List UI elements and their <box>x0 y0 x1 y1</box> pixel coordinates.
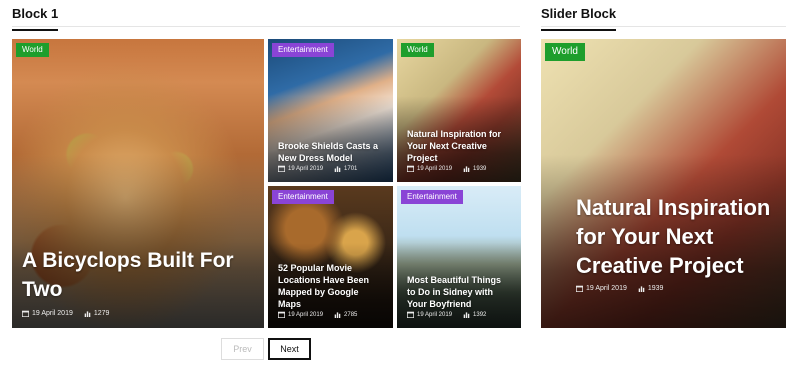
post-card[interactable]: Entertainment Brooke Shields Casts a New… <box>268 39 393 182</box>
bar-chart-icon <box>638 286 645 292</box>
category-badge[interactable]: World <box>16 43 49 57</box>
slider-block-title: Slider Block <box>541 6 617 31</box>
post-date: 19 April 2019 <box>417 311 453 318</box>
post-views: 1279 <box>93 310 110 317</box>
block1-header: Block 1 <box>12 0 520 31</box>
post-date: 19 April 2019 <box>288 165 324 172</box>
post-date: 19 April 2019 <box>586 285 627 292</box>
slider-post-title[interactable]: Natural Inspiration for Your Next Creati… <box>576 193 776 280</box>
post-card[interactable]: Entertainment Most Beautiful Things to D… <box>397 186 521 328</box>
calendar-icon <box>576 285 583 292</box>
post-meta: 19 April 2019 2785 <box>278 311 357 318</box>
calendar-icon <box>407 311 414 318</box>
post-meta: 19 April 2019 1939 <box>576 285 663 292</box>
calendar-icon <box>407 165 414 172</box>
bar-chart-icon <box>463 312 470 318</box>
block1-title: Block 1 <box>12 6 59 31</box>
prev-page-button[interactable]: Prev <box>221 338 264 360</box>
post-meta: 19 April 2019 1392 <box>407 311 486 318</box>
post-meta: 19 April 2019 1279 <box>22 310 109 317</box>
bar-chart-icon <box>463 166 470 172</box>
post-title[interactable]: Brooke Shields Casts a New Dress Model <box>278 140 383 164</box>
post-views: 2785 <box>344 311 358 318</box>
bar-chart-icon <box>334 312 341 318</box>
slider-post-card[interactable]: World Natural Inspiration for Your Next … <box>541 39 786 328</box>
category-badge[interactable]: Entertainment <box>272 43 334 57</box>
post-meta: 19 April 2019 1701 <box>278 165 357 172</box>
category-badge[interactable]: World <box>401 43 434 57</box>
post-date: 19 April 2019 <box>417 165 453 172</box>
calendar-icon <box>22 310 29 317</box>
post-card[interactable]: Entertainment 52 Popular Movie Locations… <box>268 186 393 328</box>
category-badge[interactable]: World <box>545 43 585 61</box>
next-page-button[interactable]: Next <box>268 338 311 360</box>
post-views: 1392 <box>473 311 487 318</box>
calendar-icon <box>278 311 285 318</box>
post-date: 19 April 2019 <box>32 310 73 317</box>
post-title[interactable]: Most Beautiful Things to Do in Sidney wi… <box>407 274 511 310</box>
post-date: 19 April 2019 <box>288 311 324 318</box>
post-card[interactable]: World Natural Inspiration for Your Next … <box>397 39 521 182</box>
post-title[interactable]: Natural Inspiration for Your Next Creati… <box>407 128 511 164</box>
bar-chart-icon <box>84 311 91 317</box>
post-title[interactable]: 52 Popular Movie Locations Have Been Map… <box>278 262 383 310</box>
category-badge[interactable]: Entertainment <box>272 190 334 204</box>
post-meta: 19 April 2019 1939 <box>407 165 486 172</box>
bar-chart-icon <box>334 166 341 172</box>
post-title[interactable]: A Bicyclops Built For Two <box>22 246 254 304</box>
featured-post-card[interactable]: World A Bicyclops Built For Two 19 April… <box>12 39 264 328</box>
category-badge[interactable]: Entertainment <box>401 190 463 204</box>
post-views: 1701 <box>344 165 358 172</box>
slider-block-header: Slider Block <box>541 0 786 31</box>
post-views: 1939 <box>647 285 664 292</box>
calendar-icon <box>278 165 285 172</box>
post-views: 1939 <box>473 165 487 172</box>
